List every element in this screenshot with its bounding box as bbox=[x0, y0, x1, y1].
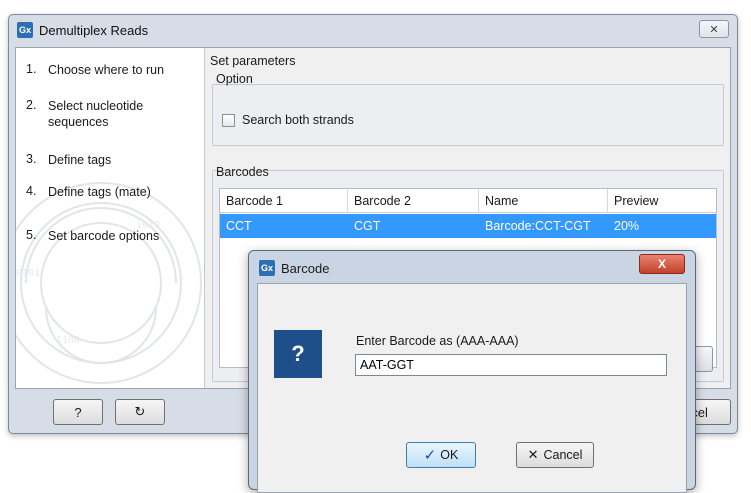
barcode-dialog: Gx Barcode X ? Enter Barcode as (AAA-AAA… bbox=[248, 250, 696, 493]
dialog-body: ? Enter Barcode as (AAA-AAA) ✓ OK ✕ Canc… bbox=[257, 283, 687, 493]
dialog-cancel-button[interactable]: ✕ Cancel bbox=[516, 442, 594, 468]
set-parameters-heading: Set parameters bbox=[210, 54, 296, 68]
watermark-icon: 0101 1010 1100 bbox=[16, 182, 202, 384]
reset-button[interactable]: ↻ bbox=[115, 399, 165, 425]
table-row[interactable]: CCT CGT Barcode:CCT-CGT 20% bbox=[220, 214, 716, 238]
dialog-title: Barcode bbox=[281, 260, 330, 276]
table-cell: Barcode:CCT-CGT bbox=[485, 219, 591, 233]
step-4[interactable]: 4. Define tags (mate) bbox=[26, 184, 193, 200]
ok-button[interactable]: ✓ OK bbox=[406, 442, 476, 468]
ok-label: OK bbox=[440, 448, 459, 462]
step-3[interactable]: 3. Define tags bbox=[26, 152, 193, 168]
table-header: Barcode 1 Barcode 2 Name Preview bbox=[220, 189, 716, 213]
cancel-label: Cancel bbox=[543, 448, 583, 462]
step-1[interactable]: 1. Choose where to run bbox=[26, 62, 193, 78]
step-label: Set barcode options bbox=[48, 229, 160, 243]
step-label: Define tags bbox=[48, 153, 112, 167]
search-both-strands-checkbox[interactable] bbox=[222, 114, 235, 127]
wizard-steps: 0101 1010 1100 1. Choose where to run 2.… bbox=[16, 48, 205, 388]
barcodes-group-label: Barcodes bbox=[216, 165, 269, 179]
table-cell: 20% bbox=[614, 219, 640, 233]
table-cell: CCT bbox=[226, 219, 252, 233]
svg-text:0101: 0101 bbox=[16, 268, 40, 279]
column-header-preview[interactable]: Preview bbox=[608, 189, 718, 213]
option-group-label: Option bbox=[216, 72, 253, 86]
step-5[interactable]: 5. Set barcode options bbox=[26, 228, 193, 244]
title-bar: Gx Demultiplex Reads ✕ bbox=[9, 15, 737, 45]
svg-text:1100: 1100 bbox=[56, 335, 80, 346]
window-title: Demultiplex Reads bbox=[39, 22, 149, 38]
checkmark-icon: ✓ bbox=[423, 447, 437, 464]
gx-logo-icon: Gx bbox=[17, 22, 33, 38]
column-header-name[interactable]: Name bbox=[479, 189, 608, 213]
x-icon: ✕ bbox=[527, 447, 539, 462]
step-label: Define tags (mate) bbox=[48, 185, 151, 199]
step-2[interactable]: 2. Select nucleotide sequences bbox=[26, 98, 193, 130]
table-cell: CGT bbox=[354, 219, 381, 233]
step-label: Select nucleotide sequences bbox=[48, 99, 144, 129]
barcode-input[interactable] bbox=[355, 354, 667, 376]
reset-icon: ↻ bbox=[134, 404, 146, 419]
search-both-strands-label: Search both strands bbox=[242, 113, 354, 127]
dialog-title-bar: Gx Barcode bbox=[259, 260, 329, 276]
help-button[interactable]: ? bbox=[53, 399, 103, 425]
question-icon: ? bbox=[274, 330, 322, 378]
gx-logo-icon: Gx bbox=[259, 260, 275, 276]
step-label: Choose where to run bbox=[48, 63, 165, 77]
close-window-button[interactable]: ✕ bbox=[699, 20, 729, 38]
barcode-prompt: Enter Barcode as (AAA-AAA) bbox=[356, 334, 519, 348]
column-header-barcode-1[interactable]: Barcode 1 bbox=[220, 189, 348, 213]
dialog-close-button[interactable]: X bbox=[639, 254, 685, 274]
column-header-barcode-2[interactable]: Barcode 2 bbox=[348, 189, 479, 213]
